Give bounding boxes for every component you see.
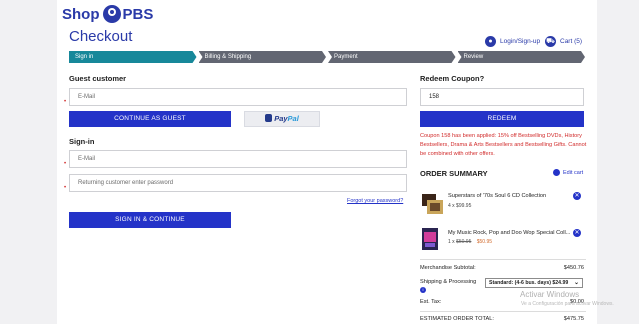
- logo-text-shop: Shop: [62, 5, 100, 23]
- windows-activation-subtext: Ve a Configuración para activar Windows.: [521, 301, 614, 307]
- required-marker: •: [64, 99, 67, 105]
- windows-activation-watermark: Activar Windows: [520, 290, 580, 299]
- paypal-icon: [265, 114, 273, 122]
- paypal-button[interactable]: PayPal: [244, 111, 320, 127]
- product-thumbnail: [422, 228, 438, 250]
- summary-divider: [420, 259, 586, 260]
- chevron-down-icon: ⌄: [573, 280, 579, 286]
- product-qty-price: 1 x $50.95 $50.95: [448, 239, 493, 245]
- pbs-head-icon: [102, 5, 121, 23]
- signin-heading: Sign-in: [69, 137, 95, 146]
- shipping-row: Shipping & Processing: [420, 279, 480, 285]
- password-placeholder: Returning customer enter password: [78, 180, 174, 186]
- edit-icon: [553, 169, 560, 176]
- product-thumbnail: [422, 194, 443, 214]
- info-icon[interactable]: i: [420, 287, 426, 293]
- step-billing-shipping: Billing & Shipping: [199, 51, 327, 63]
- shop-pbs-logo[interactable]: Shop PBS: [62, 5, 153, 23]
- total-value: $475.75: [563, 316, 584, 322]
- coupon-input[interactable]: 158: [420, 88, 584, 106]
- guest-email-field[interactable]: • E-Mail: [64, 88, 407, 106]
- sale-price: $50.95: [476, 239, 493, 245]
- step-review: Review: [458, 51, 586, 63]
- cart-item: Superstars of '70s Soul 6 CD Collection …: [420, 190, 586, 218]
- redeem-button[interactable]: REDEEM: [420, 111, 584, 127]
- signin-email-field[interactable]: • E-Mail: [64, 150, 407, 168]
- logo-text-pbs: PBS: [122, 5, 154, 23]
- forgot-password-link[interactable]: Forgot your password?: [347, 198, 403, 204]
- total-divider: [420, 311, 586, 312]
- product-qty-price: 4 x $99.95: [448, 203, 472, 209]
- remove-item-icon[interactable]: ✕: [573, 229, 581, 237]
- continue-as-guest-button[interactable]: CONTINUE AS GUEST: [69, 111, 231, 127]
- subtotal-value: $450.76: [563, 265, 584, 271]
- tax-label: Est. Tax:: [420, 299, 442, 305]
- step-sign-in: Sign in: [69, 51, 197, 63]
- checkout-progress: Sign in Billing & Shipping Payment Revie…: [69, 51, 585, 63]
- coupon-applied-message: Coupon 158 has been applied: 15% off Bes…: [420, 133, 587, 157]
- coupon-heading: Redeem Coupon?: [420, 74, 485, 83]
- user-icon: ●: [485, 36, 496, 47]
- page-title: Checkout: [69, 28, 133, 45]
- cart-item: My Music Rock, Pop and Doo Wop Special C…: [420, 228, 586, 254]
- guest-email-placeholder: E-Mail: [78, 94, 96, 100]
- subtotal-label: Merchandise Subtotal:: [420, 265, 476, 271]
- required-marker: •: [64, 161, 67, 167]
- edit-cart-label: Edit cart: [563, 169, 584, 176]
- password-field[interactable]: • Returning customer enter password: [64, 174, 407, 192]
- sign-in-continue-button[interactable]: SIGN IN & CONTINUE: [69, 212, 231, 228]
- shipping-label: Shipping & Processing: [420, 279, 477, 285]
- total-row: ESTIMATED ORDER TOTAL: $475.75: [420, 316, 584, 322]
- remove-item-icon[interactable]: ✕: [573, 192, 581, 200]
- cart-link[interactable]: ⛟ Cart (5): [545, 36, 582, 47]
- total-label: ESTIMATED ORDER TOTAL:: [420, 316, 494, 322]
- edit-cart-link[interactable]: Edit cart: [553, 169, 583, 176]
- required-marker: •: [64, 185, 67, 191]
- guest-heading: Guest customer: [69, 74, 127, 83]
- signin-email-placeholder: E-Mail: [78, 156, 96, 162]
- product-name: Superstars of '70s Soul 6 CD Collection: [448, 193, 547, 199]
- cart-label: Cart (5): [560, 38, 583, 45]
- checkout-page: Shop PBS Checkout ● Login/Sign-up ⛟ Cart…: [57, 0, 597, 324]
- product-name: My Music Rock, Pop and Doo Wop Special C…: [448, 230, 571, 236]
- original-price: $50.95: [456, 239, 472, 245]
- subtotal-row: Merchandise Subtotal: $450.76: [420, 265, 584, 271]
- login-signup-link[interactable]: ● Login/Sign-up: [485, 36, 540, 47]
- order-summary-heading: ORDER SUMMARY: [420, 169, 488, 178]
- cart-icon: ⛟: [545, 36, 556, 47]
- login-label: Login/Sign-up: [500, 38, 541, 45]
- shipping-method-select[interactable]: Standard: (4-6 bus. days) $24.99 ⌄: [485, 278, 583, 288]
- step-payment: Payment: [328, 51, 456, 63]
